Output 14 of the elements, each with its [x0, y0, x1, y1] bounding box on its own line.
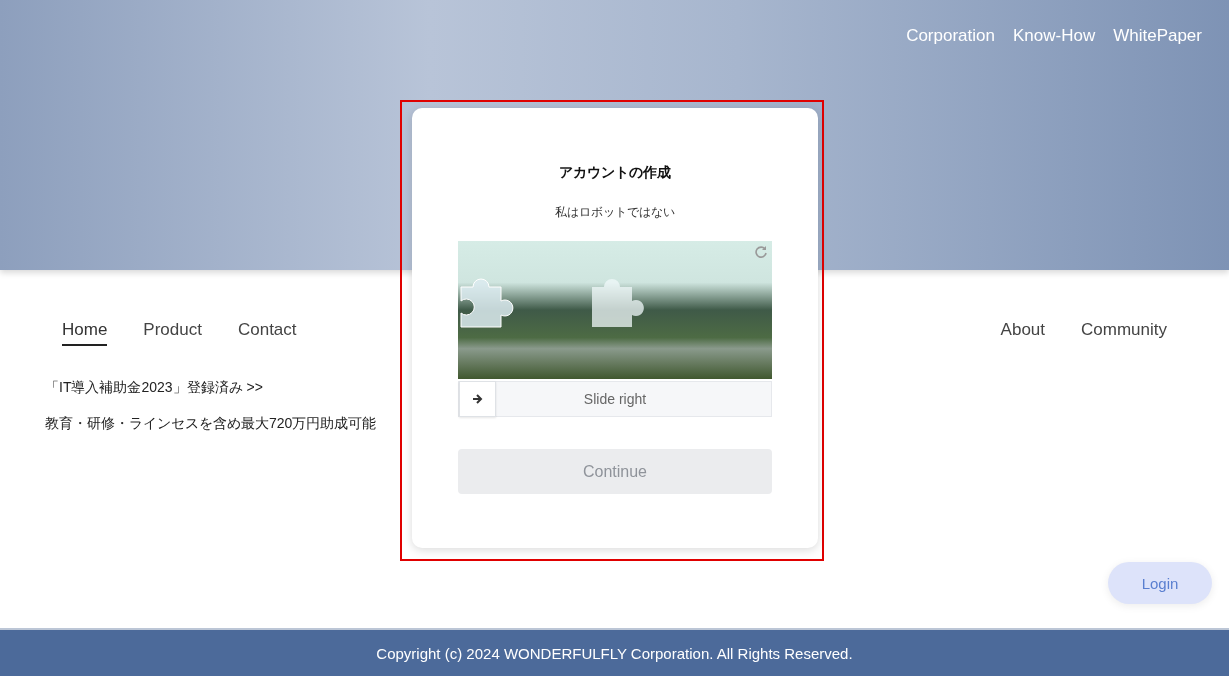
subsidy-link[interactable]: 「IT導入補助金2023」登録済み >>: [45, 379, 263, 397]
subsidy-text: 教育・研修・ラインセスを含め最大720万円助成可能: [45, 415, 378, 433]
nav-link[interactable]: Home: [62, 320, 108, 346]
slider-label: Slide right: [583, 391, 647, 407]
dialog-subtitle: 私はロボットではない: [555, 204, 675, 221]
slider-track[interactable]: Slide right: [458, 381, 772, 417]
nav-link[interactable]: Product: [143, 320, 202, 346]
arrow-right-icon: [471, 393, 484, 405]
nav-link[interactable]: About: [1000, 320, 1046, 346]
slider-handle[interactable]: [459, 381, 496, 417]
nav-link[interactable]: Contact: [237, 320, 297, 346]
dialog-title: アカウントの作成: [559, 164, 671, 182]
copyright-text: Copyright (c) 2024 WONDERFULFLY Corporation. All Rights Reserved.: [376, 644, 853, 662]
nav-link[interactable]: Community: [1081, 320, 1167, 346]
